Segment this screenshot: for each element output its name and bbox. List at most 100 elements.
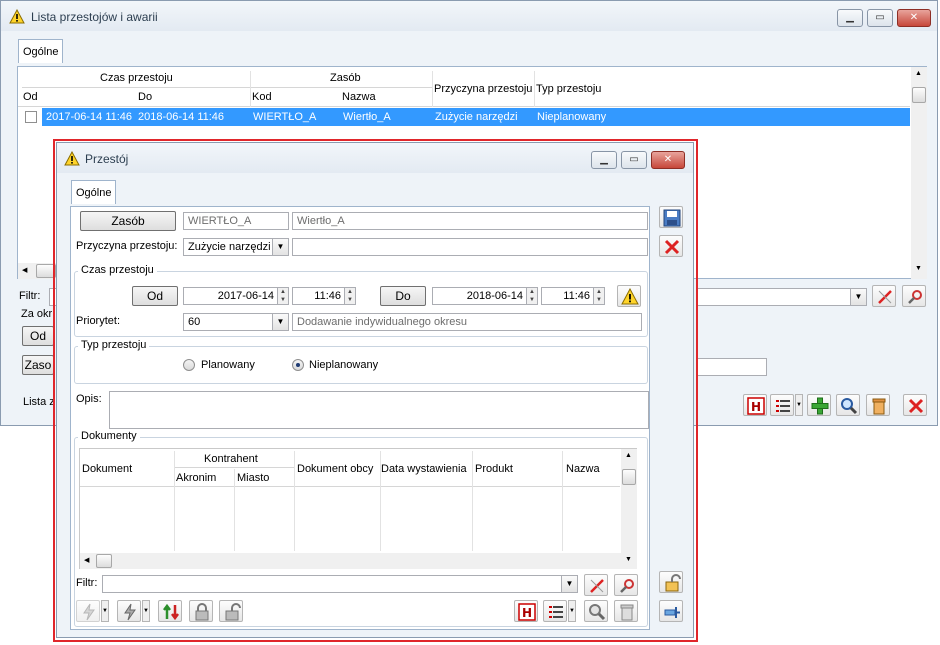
row-checkbox[interactable]: [25, 111, 37, 123]
dialog-close-button[interactable]: ✕: [651, 151, 685, 169]
lightning-button[interactable]: [76, 600, 100, 622]
main-right-field[interactable]: [697, 358, 767, 376]
docs-col-nazwa[interactable]: Nazwa: [566, 463, 600, 475]
tab-ogolne[interactable]: Ogólne: [18, 39, 64, 63]
dialog-list-dropdown[interactable]: ▼: [568, 600, 576, 622]
chevron-down-icon[interactable]: ▼: [561, 576, 577, 592]
vscroll-thumb[interactable]: [912, 87, 926, 103]
dialog-unlock-side-button[interactable]: [659, 571, 683, 593]
maximize-button[interactable]: ▭: [867, 9, 893, 27]
radio-nieplanowany-label[interactable]: Nieplanowany: [309, 359, 378, 371]
priorytet-desc-field[interactable]: Dodawanie indywidualnego okresu: [292, 313, 642, 331]
dialog-maximize-button[interactable]: ▭: [621, 151, 647, 169]
radio-planowany-label[interactable]: Planowany: [201, 359, 255, 371]
group-divider: [22, 87, 432, 88]
main-search-button[interactable]: [836, 394, 860, 416]
docs-col-miasto[interactable]: Miasto: [237, 472, 269, 484]
main-zasob-button[interactable]: Zaso: [22, 355, 54, 375]
col-kod[interactable]: Kod: [252, 91, 272, 103]
main-h-button[interactable]: H: [743, 394, 767, 416]
lightning2-dropdown[interactable]: ▼: [142, 600, 150, 622]
dialog-od-button[interactable]: Od: [132, 286, 178, 306]
do-time-field[interactable]: 11:46 ▲ ▼: [541, 287, 605, 305]
unlock-button[interactable]: [219, 600, 243, 622]
dialog-h-button[interactable]: H: [514, 600, 538, 622]
warning-button[interactable]: [617, 285, 641, 307]
dialog-delete-button[interactable]: [614, 600, 638, 622]
main-list-button[interactable]: [770, 394, 794, 416]
dialog-cancel-button[interactable]: [659, 235, 683, 257]
docs-hscroll[interactable]: ◀: [80, 553, 621, 569]
do-time-value: 11:46: [563, 290, 590, 302]
docs-vscroll-thumb[interactable]: [622, 469, 636, 485]
spin-icon[interactable]: ▲ ▼: [593, 288, 604, 304]
docs-col-akronim[interactable]: Akronim: [176, 472, 216, 484]
main-filter-combo[interactable]: ▼: [697, 288, 867, 306]
lightning2-button[interactable]: [117, 600, 141, 622]
chevron-down-icon[interactable]: ▼: [850, 289, 866, 305]
main-table-hscroll[interactable]: ◀: [18, 263, 58, 279]
main-close-x-button[interactable]: [903, 394, 927, 416]
zasob-nazwa-field[interactable]: Wiertło_A: [292, 212, 648, 230]
scroll-left-icon[interactable]: ◀: [84, 556, 89, 564]
dialog-clear-filter-button[interactable]: [584, 574, 608, 596]
h-icon: H: [518, 603, 536, 621]
dialog-minimize-button[interactable]: ▁: [591, 151, 617, 169]
zasob-kod-field[interactable]: WIERTŁO_A: [183, 212, 289, 230]
docs-hscroll-thumb[interactable]: [96, 554, 112, 568]
col-typ[interactable]: Typ przestoju: [536, 83, 601, 95]
dialog-tab-ogolne[interactable]: Ogólne: [71, 180, 117, 204]
docs-col-produkt[interactable]: Produkt: [475, 463, 513, 475]
chevron-down-icon[interactable]: ▼: [272, 314, 288, 330]
dialog-list-button[interactable]: [543, 600, 567, 622]
scroll-down-icon[interactable]: ▼: [915, 265, 922, 272]
clear-filter-button[interactable]: [872, 285, 896, 307]
spin-icon[interactable]: ▲ ▼: [344, 288, 355, 304]
radio-nieplanowany[interactable]: [292, 359, 304, 371]
scroll-left-icon[interactable]: ◀: [22, 266, 27, 274]
docs-col-dokument[interactable]: Dokument: [82, 463, 132, 475]
main-add-button[interactable]: [807, 394, 831, 416]
spin-icon[interactable]: ▲ ▼: [277, 288, 288, 304]
lightning-dropdown[interactable]: ▼: [101, 600, 109, 622]
filter-settings-button[interactable]: [902, 285, 926, 307]
dialog-filter-combo[interactable]: ▼: [102, 575, 578, 593]
swap-button[interactable]: [158, 600, 182, 622]
main-od-button[interactable]: Od: [22, 326, 54, 346]
scroll-up-icon[interactable]: ▲: [915, 70, 922, 77]
radio-planowany[interactable]: [183, 359, 195, 371]
dialog-filter-settings-button[interactable]: [614, 574, 638, 596]
dialog-search-button[interactable]: [584, 600, 608, 622]
przyczyna-desc-field[interactable]: [292, 238, 648, 256]
opis-textarea[interactable]: [109, 391, 649, 429]
docs-col-dokument-obcy[interactable]: Dokument obcy: [297, 463, 373, 475]
main-table-vscroll[interactable]: ▲ ▼: [911, 67, 927, 279]
priorytet-select[interactable]: 60 ▼: [183, 313, 289, 331]
od-time-field[interactable]: 11:46 ▲ ▼: [292, 287, 356, 305]
spin-icon[interactable]: ▲ ▼: [526, 288, 537, 304]
col-przyczyna[interactable]: Przyczyna przestoju: [434, 83, 532, 95]
col-do[interactable]: Do: [138, 91, 152, 103]
scroll-up-icon[interactable]: ▲: [625, 452, 632, 459]
docs-col-data-wystawienia[interactable]: Data wystawienia: [381, 463, 467, 475]
main-delete-button[interactable]: [866, 394, 890, 416]
do-date-field[interactable]: 2018-06-14 ▲ ▼: [432, 287, 538, 305]
lock-button[interactable]: [189, 600, 213, 622]
minimize-button[interactable]: ▁: [837, 9, 863, 27]
close-button[interactable]: ✕: [897, 9, 931, 27]
save-button[interactable]: [659, 206, 683, 228]
docs-vscroll[interactable]: ▲ ▼: [621, 449, 637, 569]
col-nazwa[interactable]: Nazwa: [342, 91, 376, 103]
chevron-down-icon[interactable]: ▼: [272, 239, 288, 255]
przyczyna-select[interactable]: Zużycie narzędzi ▼: [183, 238, 289, 256]
scroll-down-icon[interactable]: ▼: [625, 556, 632, 563]
col-od[interactable]: Od: [23, 91, 38, 103]
pin-button[interactable]: [659, 600, 683, 622]
dialog-zasob-button[interactable]: Zasób: [80, 211, 176, 231]
dialog-do-button[interactable]: Do: [380, 286, 426, 306]
table-row[interactable]: 2017-06-14 11:46 2018-06-14 11:46 WIERTŁ…: [18, 108, 910, 126]
od-time-value: 11:46: [314, 290, 341, 302]
main-list-dropdown[interactable]: ▼: [795, 394, 803, 416]
wrench-icon: [620, 579, 634, 593]
od-date-field[interactable]: 2017-06-14 ▲ ▼: [183, 287, 289, 305]
